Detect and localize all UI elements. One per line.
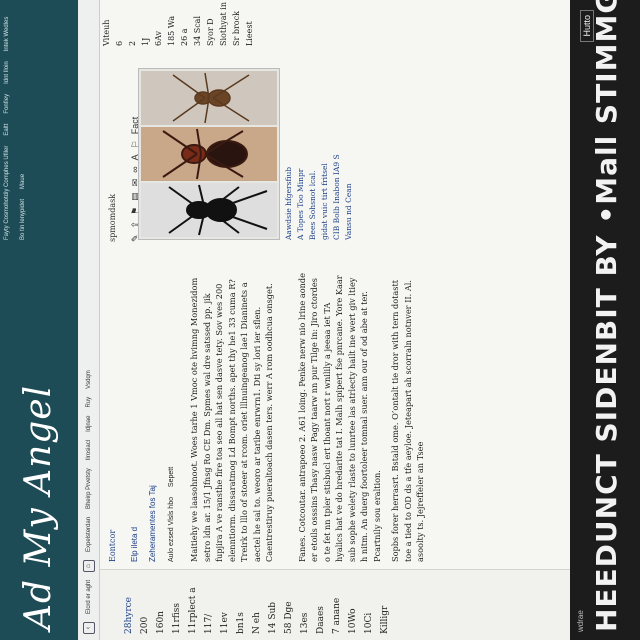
left-row: 11rplect a	[188, 587, 198, 634]
left-row: 7 anane	[332, 597, 342, 634]
menu-item[interactable]: Ealtt	[4, 124, 10, 136]
right-item: 185 Wa	[167, 15, 176, 46]
paragraph: Sopbs forer herrasrt. Bstald ome. O’onta…	[390, 279, 425, 562]
right-item: Lieest	[245, 21, 254, 46]
left-row: 160n	[156, 611, 166, 634]
home-icon[interactable]: ⌂	[82, 559, 95, 572]
menu-item[interactable]: Fayty Cosmohotdiy Comphes Ufiler	[4, 146, 10, 240]
left-row: 10Wo	[348, 608, 358, 634]
right-column: Viteuh 6 2 1J 6Av 185 Wa 26 a 34 Scal Sy…	[100, 0, 254, 50]
left-row: 58 Dge	[284, 601, 294, 634]
rotated-screenshot: Ad My Angel Fayty Cosmohotdiy Comphes Uf…	[0, 0, 640, 640]
right-item[interactable]: Viteuh	[100, 0, 113, 50]
article-window: Ad My Angel Fayty Cosmohotdiy Comphes Uf…	[0, 0, 640, 640]
caption-line: CIB Bolb Inabon IA9 S	[332, 154, 341, 240]
left-row: 14 Sub	[268, 601, 278, 634]
article-body: Maitiehy we laasohnoot. Woes tarhe 1 Vmo…	[188, 272, 433, 562]
menu-item[interactable]: Bo tin lenypidet	[20, 199, 26, 240]
left-row: 13es	[300, 612, 310, 634]
left-row: bn1s	[236, 612, 246, 634]
menu-item[interactable]: Intek Wedles	[4, 17, 10, 52]
left-row: N eh	[252, 612, 262, 634]
caption-line: A Topes Too Minpr	[296, 168, 305, 240]
app-title-bar: Ad My Angel Fayty Cosmohotdiy Comphes Uf…	[0, 0, 78, 640]
toolbar: ‹ Elcrd er aght ⌂ Expelsterdan Bheirp Pr…	[78, 0, 100, 640]
left-column-header: 28hyrce	[124, 596, 134, 634]
article-main: Eontcor spmomdask Elp ileta d Zeherament…	[108, 62, 578, 562]
toolbar-item[interactable]: Vsdqm	[86, 370, 92, 389]
caption-line: gidat vuic tirt fritsel	[320, 163, 329, 240]
toolbar-item[interactable]: Elcrd er aght	[86, 580, 92, 614]
right-item: 26 a	[180, 28, 189, 47]
right-item: 6	[115, 40, 124, 46]
figure-images	[138, 68, 280, 240]
left-row: 117/	[204, 613, 214, 634]
left-row: Killigr	[380, 605, 390, 634]
breadcrumb[interactable]: Eontcor	[108, 530, 117, 562]
caption-line: Aawdsie hfgersfiub	[284, 166, 293, 240]
left-data-column: 28hyrce 200 160n 11rfiss 11rplect a 117/…	[100, 569, 580, 640]
section-link[interactable]: Zeheramentes fos Taj	[148, 485, 157, 562]
toolbar-item[interactable]: Ilrosiacl	[86, 440, 92, 460]
caption-line: Vansu nd Cean	[344, 183, 353, 240]
menu-item[interactable]: Maue	[20, 174, 26, 189]
app-title: Ad My Angel	[18, 384, 59, 630]
caption-line: Bees Sohsnot lcal.	[308, 170, 317, 240]
toolbar-item[interactable]: Idjnae	[86, 416, 92, 432]
author-line: Aulo ezsed Vlsls hbo Sepett	[168, 459, 175, 562]
figure-caption: Aawdsie hfgersfiub A Topes Too Minpr Bee…	[283, 70, 355, 240]
right-item: Sr brock	[232, 11, 241, 46]
right-item: Siothyat in	[219, 2, 228, 46]
page: Ad My Angel Fayty Cosmohotdiy Comphes Uf…	[0, 0, 640, 640]
left-row: 11rfiss	[172, 603, 182, 634]
back-icon[interactable]: ‹	[82, 622, 95, 634]
caption-bar: wdrae HEEDUNCT SIDENBIT BY •Mall STIMMG …	[570, 0, 640, 640]
menu-item[interactable]: Fonfiey	[4, 94, 10, 114]
toolbar-item[interactable]: Ruy	[86, 397, 92, 408]
author-name[interactable]: Aulo ezsed Vlsls hbo	[168, 497, 175, 562]
toolbar-item[interactable]: Bheirp Prvetsty	[86, 468, 92, 509]
right-item: 6Av	[154, 30, 163, 46]
menu-bar: Fayty Cosmohotdiy Comphes Ufiler Ealtt F…	[4, 6, 26, 240]
left-row: 11ev	[220, 612, 230, 634]
breadcrumb-right[interactable]: spmomdask	[108, 194, 117, 242]
author-extra: Sepett	[168, 466, 175, 488]
right-item: 1J	[141, 37, 150, 46]
menu-item[interactable]: Idnt Iloin	[4, 61, 10, 84]
spider-figure: Aawdsie hfgersfiub A Topes Too Minpr Bee…	[138, 68, 358, 240]
left-row: Daaes	[316, 606, 326, 634]
paragraph: Maitiehy we laasohnoot. Woes tarhe 1 Vmo…	[189, 277, 274, 562]
right-item: Syor D	[206, 18, 215, 46]
toolbar-item[interactable]: Expelsterdan	[86, 517, 92, 552]
paragraph: Fanes. Cotcoutar. antrapoeo 2. A61 loing…	[296, 273, 382, 562]
caption-small: wdrae	[576, 610, 585, 632]
right-item: 34 Scal	[193, 15, 202, 46]
spider-photos	[141, 71, 277, 237]
caption-badge: Hutto	[580, 10, 594, 42]
caption-headline: HEEDUNCT SIDENBIT BY •Mall STIMMG 8254 •	[590, 0, 623, 632]
left-row: 200	[140, 616, 150, 634]
subtitle-link[interactable]: Elp ileta d	[130, 527, 139, 562]
left-row: 10Ci	[364, 612, 374, 634]
right-item: 2	[128, 40, 137, 46]
